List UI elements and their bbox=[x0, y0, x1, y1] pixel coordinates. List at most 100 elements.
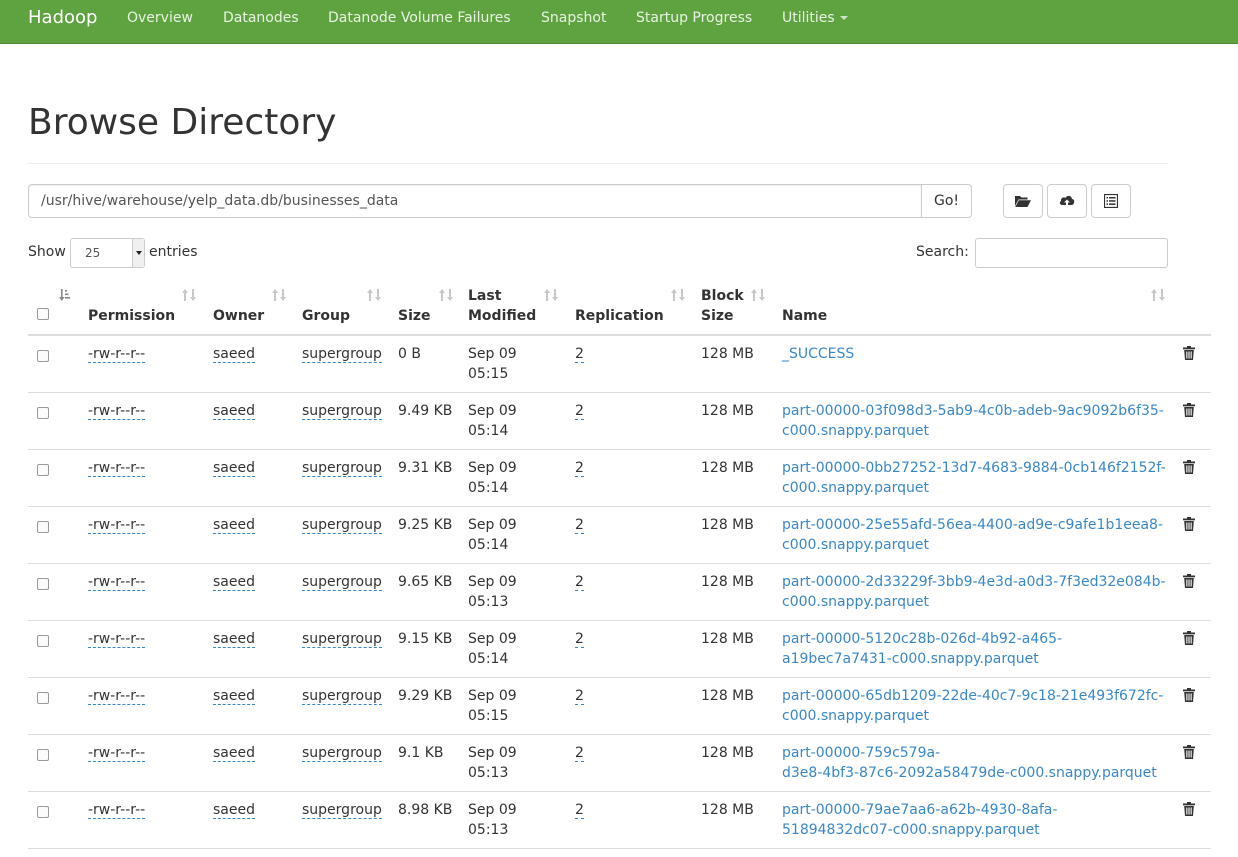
replication-value[interactable]: 2 bbox=[575, 574, 584, 591]
row-checkbox[interactable] bbox=[37, 464, 49, 476]
file-name-line1: part-00000-03f098d3-5ab9-4c0b-adeb-9ac90… bbox=[782, 403, 1164, 419]
file-name-link[interactable]: part-00000-5120c28b-026d-4b92-a465- a19be… bbox=[782, 629, 1062, 669]
permission-value[interactable]: -rw-r--r-- bbox=[88, 688, 146, 705]
header-group[interactable]: Group bbox=[302, 306, 350, 326]
go-button[interactable]: Go! bbox=[921, 184, 972, 218]
row-checkbox[interactable] bbox=[37, 578, 49, 590]
entries-per-page-select[interactable]: 25 bbox=[70, 238, 145, 268]
trash-icon[interactable] bbox=[1183, 688, 1195, 702]
nav-startup-progress[interactable]: Startup Progress bbox=[636, 10, 752, 26]
file-name-link[interactable]: part-00000-25e55afd-56ea-4400-ad9e-c9afe… bbox=[782, 515, 1163, 555]
nav-datanodes[interactable]: Datanodes bbox=[223, 10, 299, 26]
sort-icon[interactable] bbox=[671, 288, 685, 302]
trash-icon[interactable] bbox=[1183, 346, 1195, 360]
header-block-size[interactable]: Block Size bbox=[701, 286, 744, 326]
permission-value[interactable]: -rw-r--r-- bbox=[88, 346, 146, 363]
row-checkbox[interactable] bbox=[37, 521, 49, 533]
trash-icon[interactable] bbox=[1183, 403, 1195, 417]
header-replication[interactable]: Replication bbox=[575, 306, 664, 326]
permission-value[interactable]: -rw-r--r-- bbox=[88, 517, 146, 534]
row-checkbox[interactable] bbox=[37, 806, 49, 818]
row-checkbox[interactable] bbox=[37, 692, 49, 704]
trash-icon[interactable] bbox=[1183, 574, 1195, 588]
file-name-link[interactable]: part-00000-03f098d3-5ab9-4c0b-adeb-9ac90… bbox=[782, 401, 1164, 441]
permission-value[interactable]: -rw-r--r-- bbox=[88, 460, 146, 477]
trash-icon[interactable] bbox=[1183, 631, 1195, 645]
sort-asc-icon[interactable] bbox=[59, 288, 71, 302]
last-modified-value: Sep 09 05:15 bbox=[468, 686, 517, 726]
sort-icon[interactable] bbox=[751, 288, 765, 302]
file-name-link[interactable]: part-00000-65db1209-22de-40c7-9c18-21e49… bbox=[782, 686, 1163, 726]
cut-paste-button[interactable] bbox=[1091, 184, 1131, 218]
group-value[interactable]: supergroup bbox=[302, 802, 382, 819]
trash-icon[interactable] bbox=[1183, 802, 1195, 816]
owner-value[interactable]: saeed bbox=[213, 517, 255, 534]
sort-icon[interactable] bbox=[182, 288, 196, 302]
group-value[interactable]: supergroup bbox=[302, 688, 382, 705]
trash-icon[interactable] bbox=[1183, 460, 1195, 474]
owner-value[interactable]: saeed bbox=[213, 574, 255, 591]
owner-value[interactable]: saeed bbox=[213, 802, 255, 819]
nav-utilities-dropdown[interactable]: Utilities bbox=[782, 10, 848, 26]
header-name[interactable]: Name bbox=[782, 306, 827, 326]
group-value[interactable]: supergroup bbox=[302, 403, 382, 420]
create-directory-button[interactable] bbox=[1003, 184, 1043, 218]
row-checkbox[interactable] bbox=[37, 749, 49, 761]
permission-value[interactable]: -rw-r--r-- bbox=[88, 403, 146, 420]
group-value[interactable]: supergroup bbox=[302, 745, 382, 762]
header-last-modified-line1: Last bbox=[468, 288, 502, 304]
replication-value[interactable]: 2 bbox=[575, 460, 584, 477]
replication-value[interactable]: 2 bbox=[575, 346, 584, 363]
row-checkbox[interactable] bbox=[37, 350, 49, 362]
header-permission[interactable]: Permission bbox=[88, 306, 175, 326]
upload-files-button[interactable] bbox=[1047, 184, 1087, 218]
sort-icon[interactable] bbox=[367, 288, 381, 302]
file-name-link[interactable]: part-00000-759c579a-d3e8-4bf3-87c6-2092a… bbox=[782, 743, 1157, 783]
nav-datanode-volume-failures[interactable]: Datanode Volume Failures bbox=[328, 10, 511, 26]
search-input[interactable] bbox=[975, 238, 1168, 268]
header-owner[interactable]: Owner bbox=[213, 306, 264, 326]
nav-snapshot[interactable]: Snapshot bbox=[541, 10, 606, 26]
permission-value[interactable]: -rw-r--r-- bbox=[88, 574, 146, 591]
path-bar: Go! bbox=[28, 184, 972, 218]
replication-value[interactable]: 2 bbox=[575, 403, 584, 420]
file-name-link[interactable]: _SUCCESS bbox=[782, 344, 854, 364]
file-name-link[interactable]: part-00000-79ae7aa6-a62b-4930-8afa- 51894… bbox=[782, 800, 1057, 840]
sort-icon[interactable] bbox=[1151, 288, 1165, 302]
sort-icon[interactable] bbox=[272, 288, 286, 302]
row-checkbox[interactable] bbox=[37, 635, 49, 647]
replication-value[interactable]: 2 bbox=[575, 802, 584, 819]
owner-value[interactable]: saeed bbox=[213, 745, 255, 762]
group-value[interactable]: supergroup bbox=[302, 631, 382, 648]
permission-value[interactable]: -rw-r--r-- bbox=[88, 631, 146, 648]
owner-value[interactable]: saeed bbox=[213, 346, 255, 363]
file-name-link[interactable]: part-00000-0bb27252-13d7-4683-9884-0cb14… bbox=[782, 458, 1166, 498]
group-value[interactable]: supergroup bbox=[302, 517, 382, 534]
owner-value[interactable]: saeed bbox=[213, 460, 255, 477]
group-value[interactable]: supergroup bbox=[302, 346, 382, 363]
owner-value[interactable]: saeed bbox=[213, 688, 255, 705]
owner-value[interactable]: saeed bbox=[213, 631, 255, 648]
select-all-checkbox[interactable] bbox=[37, 308, 49, 320]
replication-value[interactable]: 2 bbox=[575, 688, 584, 705]
brand-logo[interactable]: Hadoop bbox=[28, 8, 97, 28]
owner-value[interactable]: saeed bbox=[213, 403, 255, 420]
file-name-line1: part-00000-2d33229f-3bb9-4e3d-a0d3-7f3ed… bbox=[782, 574, 1166, 590]
row-checkbox[interactable] bbox=[37, 407, 49, 419]
permission-value[interactable]: -rw-r--r-- bbox=[88, 745, 146, 762]
group-value[interactable]: supergroup bbox=[302, 574, 382, 591]
header-size[interactable]: Size bbox=[398, 306, 431, 326]
sort-icon[interactable] bbox=[439, 288, 453, 302]
sort-icon[interactable] bbox=[544, 288, 558, 302]
permission-value[interactable]: -rw-r--r-- bbox=[88, 802, 146, 819]
trash-icon[interactable] bbox=[1183, 745, 1195, 759]
file-name-link[interactable]: part-00000-2d33229f-3bb9-4e3d-a0d3-7f3ed… bbox=[782, 572, 1166, 612]
trash-icon[interactable] bbox=[1183, 517, 1195, 531]
header-last-modified[interactable]: Last Modified bbox=[468, 286, 536, 326]
group-value[interactable]: supergroup bbox=[302, 460, 382, 477]
replication-value[interactable]: 2 bbox=[575, 517, 584, 534]
nav-overview[interactable]: Overview bbox=[127, 10, 193, 26]
directory-path-input[interactable] bbox=[28, 184, 922, 218]
replication-value[interactable]: 2 bbox=[575, 631, 584, 648]
replication-value[interactable]: 2 bbox=[575, 745, 584, 762]
